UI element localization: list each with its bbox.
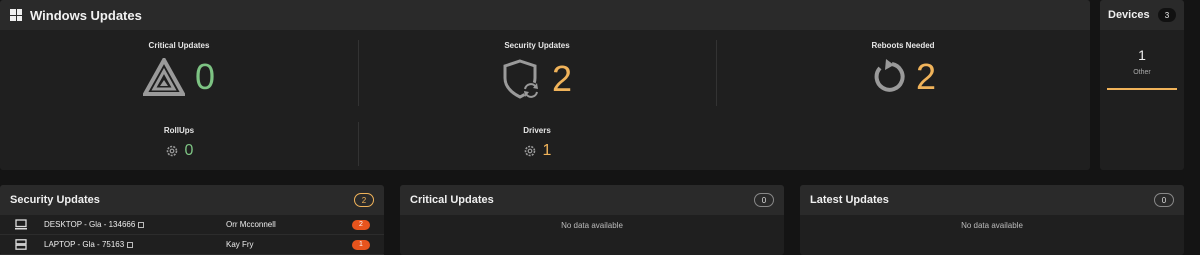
update-count-pill: 1 xyxy=(352,239,370,250)
gear-icon xyxy=(524,145,535,157)
list-item[interactable]: DESKTOP - Gla - 134666 Orr Mcconnell 2 xyxy=(0,215,384,235)
devices-count-badge: 3 xyxy=(1158,8,1176,22)
server-icon xyxy=(14,239,28,250)
warning-triangle-icon xyxy=(142,58,185,96)
critical-updates-stat[interactable]: Critical Updates 0 xyxy=(0,41,358,96)
update-count-pill: 2 xyxy=(352,219,370,230)
panel-title: Latest Updates xyxy=(810,194,889,206)
empty-state: No data available xyxy=(961,221,1023,230)
devices-other-count[interactable]: 1 xyxy=(1100,47,1184,63)
panel-header: Windows Updates xyxy=(0,0,1090,30)
reboots-needed-count: 2 xyxy=(915,56,937,97)
drivers-stat[interactable]: Drivers 1 xyxy=(358,126,716,159)
critical-updates-count-badge: 0 xyxy=(754,193,774,207)
rollups-count: 0 xyxy=(184,142,194,159)
rollups-stat[interactable]: RollUps 0 xyxy=(0,126,358,159)
desktop-icon xyxy=(14,219,28,230)
latest-updates-count-badge: 0 xyxy=(1154,193,1174,207)
panel-title: Devices xyxy=(1108,9,1150,21)
critical-updates-panel: Critical Updates 0 No data available xyxy=(400,185,784,255)
devices-other-bar xyxy=(1107,88,1177,90)
stat-label: Critical Updates xyxy=(148,41,210,50)
panel-header: Security Updates 2 xyxy=(0,185,384,215)
drivers-count: 1 xyxy=(542,142,552,159)
device-user: Kay Fry xyxy=(226,240,254,249)
external-link-icon[interactable] xyxy=(127,241,134,248)
restart-icon xyxy=(874,59,905,92)
critical-updates-count: 0 xyxy=(194,56,216,97)
device-user: Orr Mcconnell xyxy=(226,220,276,229)
devices-panel: Devices 3 1 Other xyxy=(1100,0,1184,170)
reboots-needed-stat[interactable]: Reboots Needed 2 xyxy=(716,41,1090,96)
panel-title: Windows Updates xyxy=(30,7,142,23)
security-updates-panel: Security Updates 2 DESKTOP - Gla - 13466… xyxy=(0,185,384,255)
external-link-icon[interactable] xyxy=(138,221,145,228)
shield-sync-icon xyxy=(503,59,539,99)
stat-label: Drivers xyxy=(523,126,551,135)
windows-updates-panel: Windows Updates Critical Updates 0 Secur… xyxy=(0,0,1090,170)
stat-label: Security Updates xyxy=(504,41,570,50)
device-link[interactable]: DESKTOP - Gla - 134666 xyxy=(44,220,135,229)
device-link[interactable]: LAPTOP - Gla - 75163 xyxy=(44,240,124,249)
empty-state: No data available xyxy=(561,221,623,230)
gear-icon xyxy=(166,145,177,157)
list-item[interactable]: LAPTOP - Gla - 75163 Kay Fry 1 xyxy=(0,235,384,255)
security-updates-count-badge: 2 xyxy=(354,193,374,207)
stat-label: RollUps xyxy=(163,126,195,135)
panel-header: Critical Updates 0 xyxy=(400,185,784,215)
windows-logo-icon xyxy=(10,9,22,21)
security-updates-count: 2 xyxy=(551,58,573,99)
panel-header: Latest Updates 0 xyxy=(800,185,1184,215)
latest-updates-panel: Latest Updates 0 No data available xyxy=(800,185,1184,255)
stat-label: Reboots Needed xyxy=(871,41,935,50)
security-updates-stat[interactable]: Security Updates 2 xyxy=(358,41,716,100)
panel-title: Critical Updates xyxy=(410,194,494,206)
panel-header: Devices 3 xyxy=(1100,0,1184,30)
panel-title: Security Updates xyxy=(10,194,100,206)
devices-other-label: Other xyxy=(1133,69,1151,76)
